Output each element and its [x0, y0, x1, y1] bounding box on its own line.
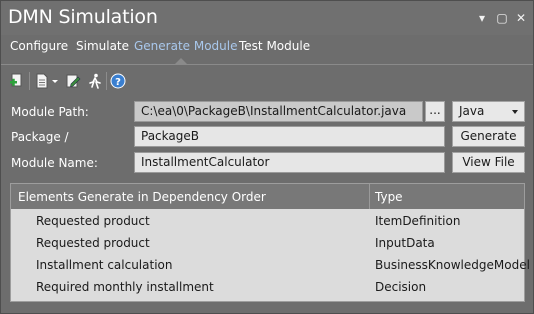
element-name-cell: Installment calculation [36, 258, 173, 272]
window-menu-icon[interactable]: ▾ [475, 11, 489, 25]
window-title: DMN Simulation [8, 6, 158, 28]
table-row[interactable]: Requested product InputData [11, 232, 524, 254]
table-row[interactable]: Installment calculation BusinessKnowledg… [11, 254, 530, 276]
chevron-down-icon [512, 110, 518, 114]
toolbar: ? [1, 66, 533, 96]
toolbar-separator [106, 72, 107, 90]
tab-test-module[interactable]: Test Module [239, 39, 310, 53]
dependency-order-grid: Elements Generate in Dependency Order Ty… [10, 183, 530, 302]
package-field[interactable]: PackageB [134, 126, 445, 147]
element-type-cell: ItemDefinition [375, 214, 461, 228]
view-file-button[interactable]: View File [452, 152, 525, 173]
module-path-label: Module Path: [11, 105, 89, 119]
element-name-cell: Required monthly installment [36, 280, 214, 294]
language-select[interactable]: Java [452, 101, 525, 122]
element-type-cell: InputData [375, 236, 435, 250]
document-icon[interactable] [34, 73, 50, 89]
svg-text:?: ? [115, 77, 121, 88]
active-tab-pointer [175, 58, 187, 64]
grid-header: Elements Generate in Dependency Order Ty… [11, 184, 524, 209]
edit-icon[interactable] [65, 73, 81, 89]
column-divider[interactable] [369, 184, 370, 209]
dmn-simulation-window: DMN Simulation ▾ ▢ ✕ Configure Simulate … [0, 0, 534, 314]
toolbar-separator [29, 72, 30, 90]
title-bar: DMN Simulation ▾ ▢ ✕ [1, 1, 533, 35]
generate-button[interactable]: Generate [452, 126, 525, 147]
module-path-field[interactable]: C:\ea\0\PackageB\InstallmentCalculator.j… [134, 101, 423, 122]
browse-button[interactable]: ... [425, 101, 445, 122]
table-row[interactable]: Requested product ItemDefinition [11, 210, 524, 232]
element-name-cell: Requested product [36, 236, 150, 250]
close-icon[interactable]: ✕ [514, 11, 528, 25]
tab-simulate[interactable]: Simulate [76, 39, 129, 53]
language-select-value: Java [459, 104, 485, 118]
tab-configure[interactable]: Configure [10, 39, 68, 53]
module-name-label: Module Name: [11, 156, 98, 170]
tab-bar: Configure Simulate Generate Module Test … [1, 35, 533, 65]
dropdown-arrow-icon[interactable] [51, 73, 59, 89]
table-row[interactable]: Required monthly installment Decision [11, 276, 524, 298]
module-name-field[interactable]: InstallmentCalculator [134, 152, 445, 173]
add-icon[interactable] [9, 73, 25, 89]
restore-icon[interactable]: ▢ [495, 11, 509, 25]
package-label: Package / [11, 130, 69, 144]
tab-generate-module[interactable]: Generate Module [134, 39, 238, 53]
element-type-cell: BusinessKnowledgeModel [375, 258, 530, 272]
column-header-elements[interactable]: Elements Generate in Dependency Order [18, 190, 266, 204]
column-header-type[interactable]: Type [375, 190, 403, 204]
help-icon[interactable]: ? [110, 73, 126, 89]
run-icon[interactable] [87, 73, 103, 89]
element-name-cell: Requested product [36, 214, 150, 228]
element-type-cell: Decision [375, 280, 427, 294]
